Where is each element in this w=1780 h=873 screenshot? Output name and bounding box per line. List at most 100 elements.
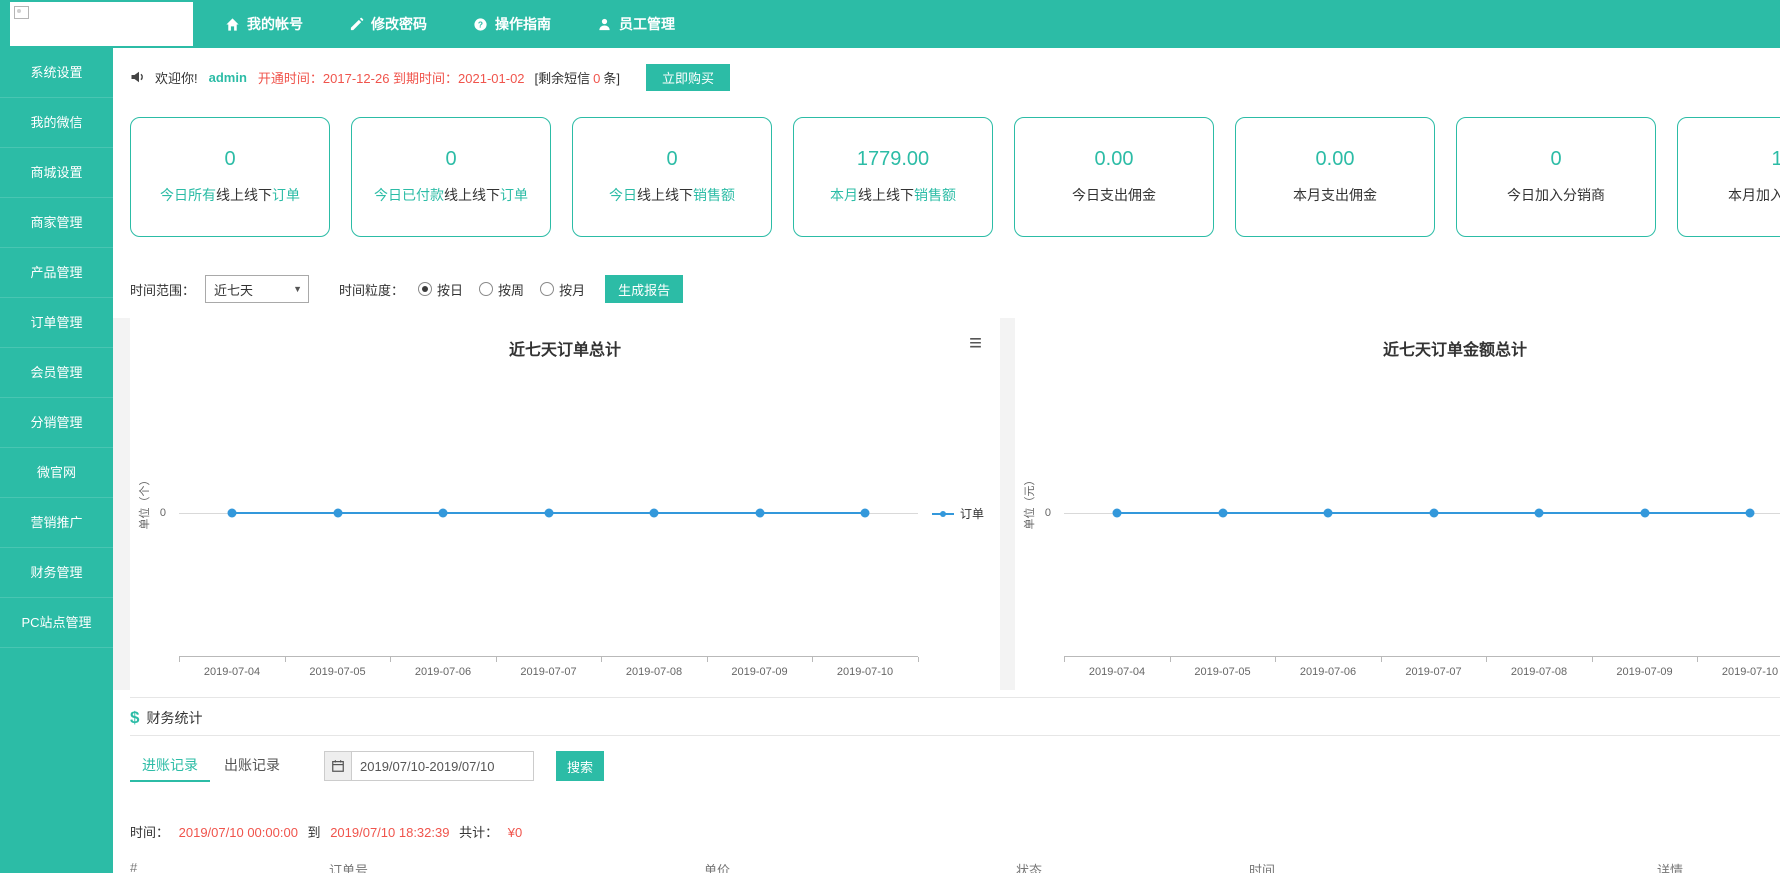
- x-axis-tick: [285, 657, 286, 662]
- sidebar-item-微官网[interactable]: 微官网: [0, 448, 113, 498]
- x-axis-label: 2019-07-07: [1405, 666, 1461, 678]
- report-filter-bar: 时间范围： 近七天 ▼ 时间粒度： 按日按周按月 生成报告: [130, 274, 683, 304]
- stat-label-part: 本月加入分销商: [1728, 187, 1780, 203]
- stat-value: 0: [1457, 148, 1655, 171]
- nav-label: 修改密码: [371, 14, 427, 34]
- summary-to: 到: [308, 825, 321, 840]
- stat-label-part: 今日加入分销商: [1507, 187, 1605, 203]
- buy-now-button[interactable]: 立即购买: [646, 64, 730, 91]
- data-point-marker: [755, 509, 764, 518]
- finance-summary: 时间： 2019/07/10 00:00:00 到 2019/07/10 18:…: [130, 822, 528, 841]
- nav-staff-management[interactable]: 员工管理: [597, 14, 675, 34]
- table-header-cell: 时间: [1249, 860, 1657, 873]
- radio-option-按周[interactable]: 按周: [479, 280, 524, 299]
- sidebar-item-产品管理[interactable]: 产品管理: [0, 248, 113, 298]
- sidebar-item-商家管理[interactable]: 商家管理: [0, 198, 113, 248]
- svg-text:?: ?: [478, 19, 483, 29]
- stat-label: 今日已付款线上线下订单: [352, 185, 550, 205]
- stat-card: 0 今日已付款线上线下订单: [351, 117, 551, 237]
- nav-label: 操作指南: [495, 14, 551, 34]
- table-header-cell: 详情: [1657, 860, 1777, 873]
- stat-card: 0 今日加入分销商: [1456, 117, 1656, 237]
- radio-icon[interactable]: [479, 282, 493, 296]
- x-axis-label: 2019-07-06: [1300, 666, 1356, 678]
- granularity-options: 按日按周按月: [418, 280, 585, 299]
- stat-value: 1: [1678, 148, 1780, 171]
- radio-option-按日[interactable]: 按日: [418, 280, 463, 299]
- nav-guide[interactable]: ? 操作指南: [473, 14, 551, 34]
- home-icon: [225, 17, 240, 32]
- tab-出账记录[interactable]: 出账记录: [212, 750, 292, 782]
- sidebar-item-财务管理[interactable]: 财务管理: [0, 548, 113, 598]
- stat-value: 0: [131, 148, 329, 171]
- account-period: 开通时间：2017-12-26 到期时间：2021-01-02: [258, 68, 525, 87]
- stat-label: 今日线上线下销售额: [573, 185, 771, 205]
- sidebar-item-订单管理[interactable]: 订单管理: [0, 298, 113, 348]
- date-range-input[interactable]: [352, 751, 534, 781]
- stat-label-part: 线上线下: [216, 187, 272, 203]
- time-range-value: 近七天: [214, 280, 253, 299]
- x-axis-label: 2019-07-04: [204, 666, 260, 678]
- generate-report-button[interactable]: 生成报告: [605, 275, 683, 303]
- radio-icon[interactable]: [418, 282, 432, 296]
- sidebar-item-分销管理[interactable]: 分销管理: [0, 398, 113, 448]
- data-point-marker: [1324, 509, 1333, 518]
- orders-chart-panel: 近七天订单总计 ≡ 单位（个） 0 订单 2019-07-042019-07-0…: [130, 318, 1000, 690]
- radio-option-按月[interactable]: 按月: [540, 280, 585, 299]
- x-axis-label: 2019-07-09: [731, 666, 787, 678]
- welcome-greeting: 欢迎你!: [155, 68, 198, 87]
- summary-time-label: 时间：: [130, 825, 169, 840]
- chart-menu-icon[interactable]: ≡: [969, 332, 982, 354]
- sidebar: 系统设置我的微信商城设置商家管理产品管理订单管理会员管理分销管理微官网营销推广财…: [0, 48, 113, 873]
- data-point-marker: [333, 509, 342, 518]
- stat-card: 1 本月加入分销商: [1677, 117, 1780, 237]
- sidebar-item-PC站点管理[interactable]: PC站点管理: [0, 598, 113, 648]
- dashboard-root: 我的帐号 修改密码 ? 操作指南 员工管理 系统设置我: [0, 0, 1780, 873]
- sidebar-item-营销推广[interactable]: 营销推广: [0, 498, 113, 548]
- stat-value: 1779.00: [794, 148, 992, 171]
- x-axis-tick: [179, 657, 180, 662]
- nav-change-password[interactable]: 修改密码: [349, 14, 427, 34]
- stat-label: 今日支出佣金: [1015, 185, 1213, 205]
- stat-value: 0: [352, 148, 550, 171]
- chart-legend[interactable]: 订单: [932, 505, 984, 522]
- y-axis-title: 单位（元）: [1021, 475, 1037, 530]
- tab-进账记录[interactable]: 进账记录: [130, 750, 210, 782]
- top-header: 我的帐号 修改密码 ? 操作指南 员工管理: [0, 0, 1780, 48]
- stat-label-part: 本月: [830, 187, 858, 203]
- stat-card: 0.00 今日支出佣金: [1014, 117, 1214, 237]
- user-icon: [597, 17, 612, 32]
- sidebar-item-系统设置[interactable]: 系统设置: [0, 48, 113, 98]
- x-axis-label: 2019-07-09: [1616, 666, 1672, 678]
- x-axis-tick: [601, 657, 602, 662]
- radio-icon[interactable]: [540, 282, 554, 296]
- divider: [130, 697, 1780, 698]
- welcome-bar: 欢迎你! admin 开通时间：2017-12-26 到期时间：2021-01-…: [130, 62, 730, 92]
- x-axis-tick: [1486, 657, 1487, 662]
- nav-label: 员工管理: [619, 14, 675, 34]
- stat-value: 0.00: [1015, 148, 1213, 171]
- time-range-label: 时间范围：: [130, 280, 195, 299]
- stat-label-part: 销售额: [693, 187, 735, 203]
- sidebar-item-我的微信[interactable]: 我的微信: [0, 98, 113, 148]
- x-axis-label: 2019-07-06: [415, 666, 471, 678]
- x-axis-tick: [496, 657, 497, 662]
- y-axis-tick-label: 0: [1037, 507, 1051, 519]
- finance-section-title: $ 财务统计: [130, 708, 202, 728]
- data-point-marker: [228, 509, 237, 518]
- sidebar-item-会员管理[interactable]: 会员管理: [0, 348, 113, 398]
- time-range-select[interactable]: 近七天 ▼: [205, 275, 309, 303]
- stat-card: 0.00本月支出佣金: [1235, 117, 1435, 237]
- summary-start-time: 2019/07/10 00:00:00: [179, 825, 298, 840]
- sidebar-item-商城设置[interactable]: 商城设置: [0, 148, 113, 198]
- speaker-icon: [130, 69, 146, 85]
- stat-label-part: 今日所有: [160, 187, 216, 203]
- search-button[interactable]: 搜索: [556, 751, 604, 781]
- stat-label-part: 本月支出佣金: [1293, 187, 1377, 203]
- x-axis-tick: [918, 657, 919, 662]
- x-axis-tick: [1697, 657, 1698, 662]
- legend-line-icon: [932, 513, 954, 515]
- nav-my-account[interactable]: 我的帐号: [225, 14, 303, 34]
- calendar-icon[interactable]: [324, 751, 352, 781]
- data-point-marker: [544, 509, 553, 518]
